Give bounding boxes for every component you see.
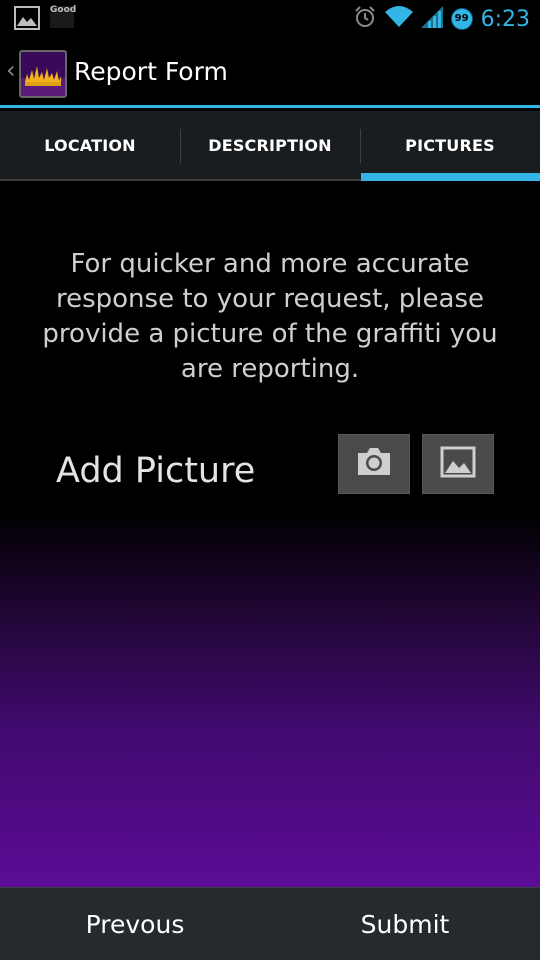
tab-description[interactable]: DESCRIPTION: [180, 111, 360, 179]
signal-icon: [420, 6, 443, 32]
app-logo-icon[interactable]: [19, 50, 67, 98]
status-bar: Good 99 6:23: [0, 0, 540, 38]
image-icon: [14, 6, 40, 34]
take-photo-button[interactable]: [338, 434, 410, 494]
tab-bar: LOCATION DESCRIPTION PICTURES: [0, 111, 540, 181]
tab-location[interactable]: LOCATION: [0, 111, 180, 179]
camera-icon: [355, 446, 393, 482]
page-title: Report Form: [74, 57, 228, 86]
notification-count-badge: 99: [450, 8, 473, 30]
wifi-icon: [384, 6, 413, 32]
status-bar-right: 99 6:23: [353, 0, 530, 38]
good-app-label: Good: [50, 5, 77, 15]
action-bar: ‹ Report Form: [0, 38, 540, 108]
screen: Good 99 6:23 ‹ Report Form LOCATION DESC…: [0, 0, 540, 960]
gallery-icon: [440, 446, 476, 482]
alarm-icon: [353, 5, 377, 33]
choose-from-gallery-button[interactable]: [422, 434, 494, 494]
up-chevron-icon[interactable]: ‹: [6, 58, 16, 82]
tab-pictures[interactable]: PICTURES: [360, 111, 540, 181]
add-picture-label: Add Picture: [56, 451, 256, 491]
pictures-content: For quicker and more accurate response t…: [0, 181, 540, 887]
submit-button[interactable]: Submit: [270, 888, 540, 960]
previous-button[interactable]: Prevous: [0, 888, 270, 960]
instructions-text: For quicker and more accurate response t…: [42, 249, 498, 384]
status-time: 6:23: [480, 6, 530, 32]
bottom-button-bar: Prevous Submit: [0, 887, 540, 960]
good-app-icon: Good: [50, 5, 77, 28]
